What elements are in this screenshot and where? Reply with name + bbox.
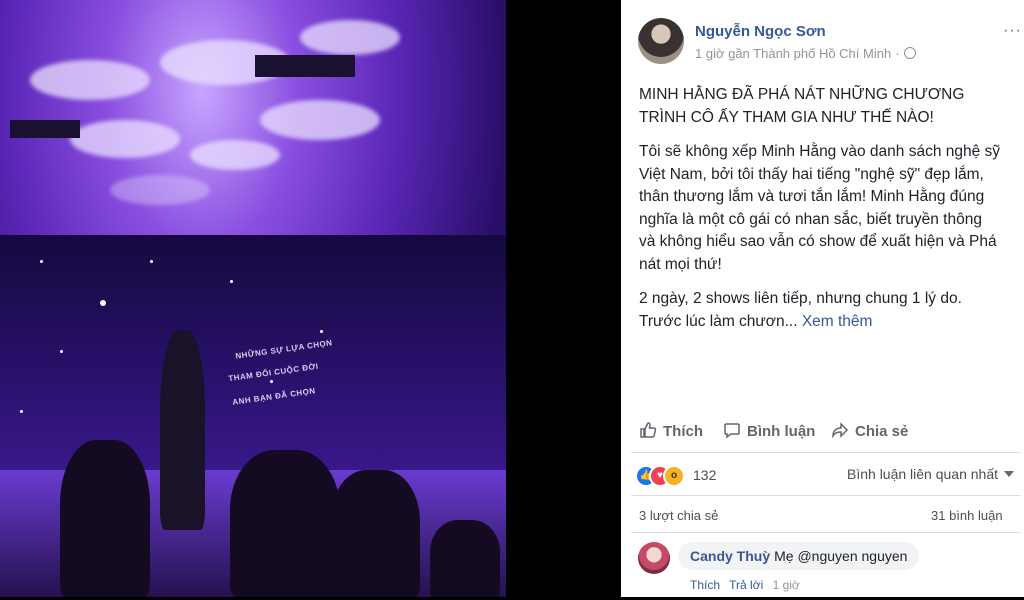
share-label: Chia sẻ: [855, 423, 909, 440]
meta-separator: ·: [895, 46, 900, 61]
comment-text: Mẹ @nguyen nguyen: [774, 548, 908, 564]
sort-label: Bình luận liên quan nhất: [847, 466, 999, 482]
post-photo[interactable]: NHỮNG SỰ LỰA CHỌN THAM ĐỔI CUỘC ĐỜI ANH …: [0, 0, 506, 597]
post-meta: 1 giờ gần Thành phố Hồ Chí Minh ·: [695, 46, 916, 61]
post-header: Nguyễn Ngọc Sơn 1 giờ gần Thành phố Hồ C…: [638, 16, 1021, 68]
thumbs-up-icon: [640, 422, 657, 438]
reaction-count: 132: [693, 467, 717, 483]
photo-gap: [506, 0, 621, 597]
share-icon: [832, 422, 849, 439]
comment-bubble: Candy Thuỳ Mẹ @nguyen nguyen: [678, 542, 920, 570]
see-more-link[interactable]: Xem thêm: [802, 313, 873, 330]
post-paragraph-3: 2 ngày, 2 shows liên tiếp, nhưng chung 1…: [639, 288, 1001, 333]
post-paragraph-2: Tôi sẽ không xếp Minh Hằng vào danh sách…: [639, 143, 1001, 273]
comment-item: Candy Thuỳ Mẹ @nguyen nguyen Thích Trả lờ…: [638, 540, 1018, 600]
wow-reaction-icon: o: [663, 465, 685, 487]
comment-icon: [724, 423, 740, 439]
comment-button[interactable]: Bình luận: [723, 421, 815, 440]
post-time-location[interactable]: 1 giờ gần Thành phố Hồ Chí Minh: [695, 46, 891, 61]
share-count[interactable]: 3 lượt chia sẻ: [639, 508, 718, 523]
share-button[interactable]: Chia sẻ: [831, 421, 908, 440]
commenter-name[interactable]: Candy Thuỳ: [690, 548, 770, 564]
comment-count[interactable]: 31 bình luận: [931, 508, 1003, 523]
divider: [631, 532, 1021, 533]
divider: [631, 452, 1021, 453]
caret-down-icon: [1004, 471, 1015, 477]
comment-sort-dropdown[interactable]: Bình luận liên quan nhất: [847, 466, 1015, 482]
globe-icon: [903, 47, 916, 59]
comment-reply-link[interactable]: Trả lời: [729, 578, 763, 592]
post-text: MINH HẰNG ĐÃ PHÁ NÁT NHỮNG CHƯƠNG TRÌNH …: [639, 84, 1001, 345]
commenter-avatar[interactable]: [638, 542, 670, 574]
author-avatar[interactable]: [638, 18, 684, 64]
post-paragraph-1: MINH HẰNG ĐÃ PHÁ NÁT NHỮNG CHƯƠNG TRÌNH …: [639, 86, 965, 126]
like-button[interactable]: Thích: [639, 421, 703, 440]
comment-actions: Thích Trả lời 1 giờ: [690, 578, 806, 592]
comment-label: Bình luận: [747, 423, 816, 440]
comment-like-link[interactable]: Thích: [690, 578, 720, 592]
post-paragraph-3-text: 2 ngày, 2 shows liên tiếp, nhưng chung 1…: [639, 290, 962, 330]
more-options-icon[interactable]: ···: [1003, 22, 1022, 40]
comment-time[interactable]: 1 giờ: [773, 578, 800, 592]
like-label: Thích: [663, 423, 703, 440]
action-bar: Thích Bình luận Chia sẻ: [621, 410, 1024, 451]
author-name[interactable]: Nguyễn Ngọc Sơn: [695, 23, 826, 40]
divider: [631, 495, 1021, 496]
post-panel: Nguyễn Ngọc Sơn 1 giờ gần Thành phố Hồ C…: [621, 0, 1024, 597]
